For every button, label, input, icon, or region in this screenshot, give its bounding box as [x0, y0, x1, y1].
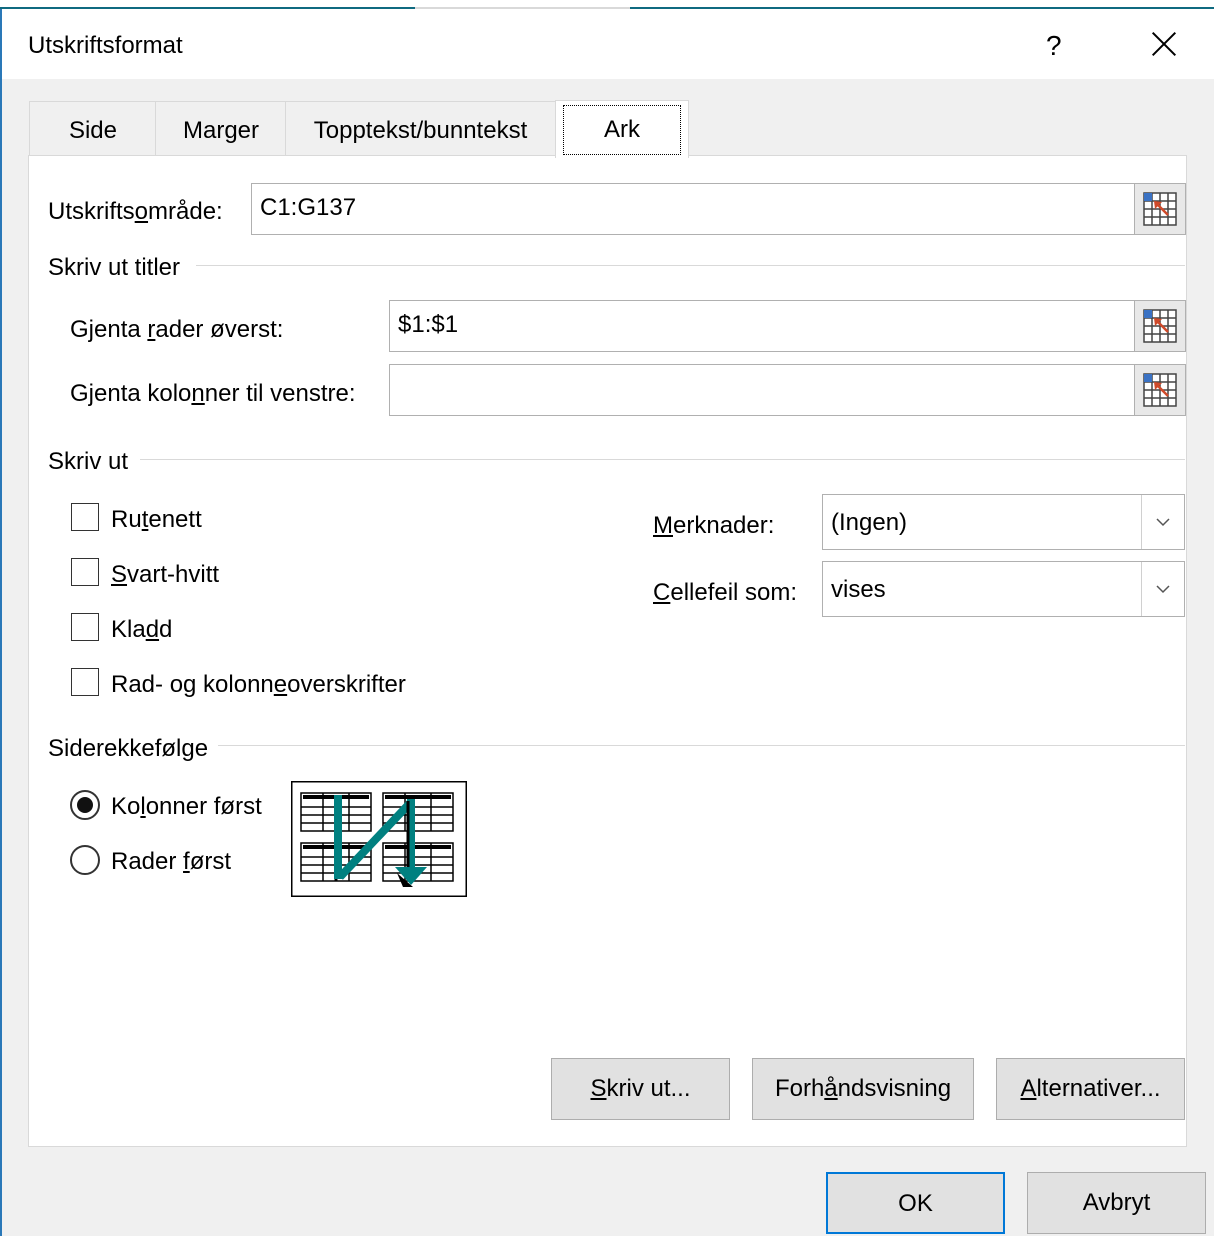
- black-white-label: Svart-hvitt: [111, 561, 220, 588]
- chevron-down-icon: [1141, 562, 1184, 616]
- close-icon[interactable]: [1146, 26, 1182, 62]
- page-order-preview-graphic: [290, 780, 468, 898]
- repeat-rows-ref-button[interactable]: [1134, 300, 1186, 352]
- headings-label: Rad- og kolonneoverskrifter: [111, 671, 406, 698]
- repeat-rows-label: Gjenta rader øverst:: [70, 316, 284, 343]
- separator: [218, 745, 1185, 746]
- print-heading: Skriv ut: [48, 448, 129, 475]
- columns-first-label: Kolonner først: [111, 793, 262, 820]
- tab-topptekst[interactable]: Topptekst/bunntekst: [285, 101, 556, 156]
- comments-select-value: (Ingen): [831, 509, 908, 536]
- draft-label: Kladd: [111, 616, 173, 643]
- repeat-columns-input[interactable]: [389, 364, 1135, 416]
- title-bar: [2, 9, 1214, 79]
- print-area-ref-button[interactable]: [1134, 183, 1186, 235]
- print-button[interactable]: Skriv ut...: [551, 1058, 730, 1120]
- draft-checkbox[interactable]: [71, 613, 99, 641]
- black-white-checkbox[interactable]: [71, 558, 99, 586]
- range-select-icon: [1143, 192, 1177, 226]
- print-area-label: Utskriftsområde:: [48, 198, 223, 225]
- gridlines-label: Rutenett: [111, 506, 202, 533]
- cell-errors-select[interactable]: vises: [822, 561, 1185, 617]
- repeat-rows-input[interactable]: $1:$1: [389, 300, 1135, 352]
- range-select-icon: [1143, 373, 1177, 407]
- tab-ark-label: Ark: [563, 105, 681, 155]
- separator: [140, 459, 1185, 460]
- comments-select[interactable]: (Ingen): [822, 494, 1185, 550]
- cancel-button[interactable]: Avbryt: [1027, 1172, 1206, 1234]
- comments-label: Merknader:: [653, 512, 775, 539]
- headings-checkbox[interactable]: [71, 668, 99, 696]
- rows-first-label: Rader først: [111, 848, 232, 875]
- print-titles-heading: Skriv ut titler: [48, 254, 181, 281]
- rows-first-radio[interactable]: [70, 845, 100, 875]
- tab-ark[interactable]: Ark: [555, 100, 689, 158]
- gridlines-checkbox[interactable]: [71, 503, 99, 531]
- cell-errors-label: Cellefeil som:: [653, 579, 798, 606]
- ok-button[interactable]: OK: [826, 1172, 1005, 1234]
- page-order-heading: Siderekkefølge: [48, 735, 209, 762]
- print-preview-button[interactable]: Forhåndsvisning: [752, 1058, 974, 1120]
- repeat-columns-ref-button[interactable]: [1134, 364, 1186, 416]
- columns-first-radio[interactable]: [70, 790, 100, 820]
- options-button[interactable]: Alternativer...: [996, 1058, 1185, 1120]
- repeat-columns-label: Gjenta kolonner til venstre:: [70, 380, 356, 407]
- chevron-down-icon: [1141, 495, 1184, 549]
- range-select-icon: [1143, 309, 1177, 343]
- help-button[interactable]: ?: [1046, 30, 1062, 62]
- page-order-preview: [290, 780, 468, 898]
- dialog-title: Utskriftsformat: [28, 32, 183, 59]
- cell-errors-select-value: vises: [831, 576, 886, 603]
- window-top-border: [0, 0, 1214, 9]
- tab-marger[interactable]: Marger: [155, 101, 287, 156]
- window-left-border: [0, 0, 2, 1236]
- separator: [196, 265, 1185, 266]
- print-area-input[interactable]: C1:G137: [251, 183, 1135, 235]
- tab-side[interactable]: Side: [29, 101, 157, 156]
